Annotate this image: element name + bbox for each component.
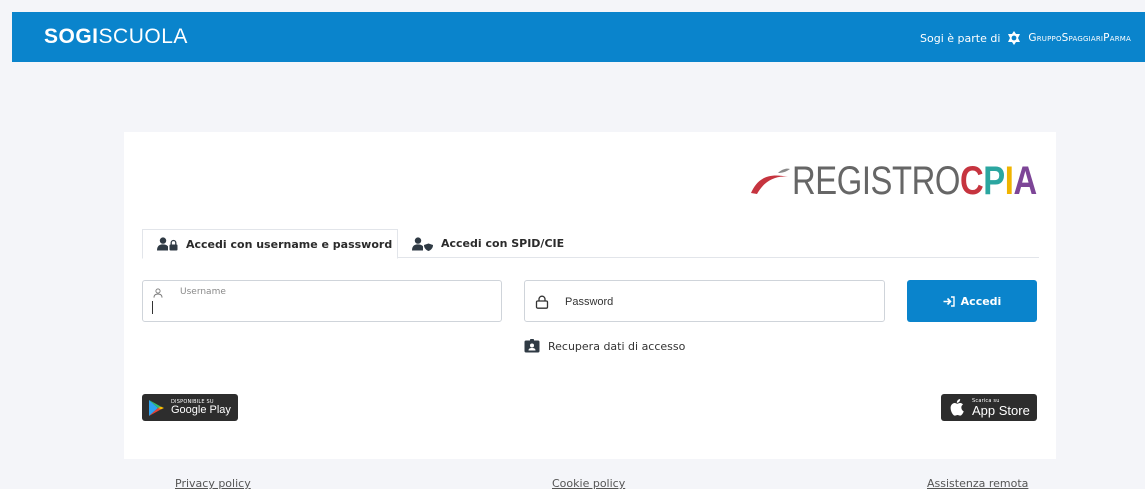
username-field[interactable]: Username [142,280,502,322]
recover-access-label: Recupera dati di accesso [548,339,686,353]
brand-light-text: SCUOLA [98,25,188,48]
brand-bold-text: SOGI [44,25,99,48]
recover-access-link[interactable]: Recupera dati di accesso [524,339,685,353]
tab-username-password[interactable]: Accedi con username e password [142,229,398,259]
tab-username-password-label: Accedi con username e password [186,237,393,251]
user-shield-icon [412,236,433,251]
part-of-text: Sogi è parte di [920,31,1001,45]
logo-letter-p: P [982,159,1005,203]
text-caret [152,301,153,314]
app-store-big-text: App Store [972,402,1030,418]
app-store-badge[interactable]: Scarica su App Store [941,394,1037,421]
gruppo-spaggiari-logo-icon [1008,31,1021,45]
cookie-policy-link[interactable]: Cookie policy [552,477,625,489]
google-play-badge[interactable]: DISPONIBILE SU Google Play [142,394,238,421]
username-label: Username [180,287,226,297]
google-play-big-text: Google Play [171,403,231,416]
lock-icon [535,295,549,309]
group-affiliation: Sogi è parte di GruppoSpaggiariParma [920,30,1131,46]
logo-text-main: REGISTRO [791,159,960,203]
username-input[interactable] [179,299,489,315]
registro-swoosh-icon [750,168,790,194]
logo-wordmark: REGISTROCPIA [792,160,1037,202]
apple-icon [950,399,964,416]
tab-spid-cie-label: Accedi con SPID/CIE [441,237,565,250]
registrocpia-logo: REGISTROCPIA [748,160,1037,202]
login-button[interactable]: Accedi [907,280,1037,322]
google-play-icon [149,399,164,416]
user-icon [153,288,163,298]
privacy-policy-link[interactable]: Privacy policy [175,477,251,489]
login-card: REGISTROCPIA Accedi con username e passw… [124,132,1056,459]
sogiscuola-logo[interactable]: SOGISCUOLA [44,25,188,49]
logo-letter-i: I [1004,159,1013,203]
google-play-text: DISPONIBILE SU Google Play [171,399,231,416]
top-bar: SOGISCUOLA Sogi è parte di GruppoSpaggia… [12,12,1145,62]
logo-letter-c: C [959,159,984,203]
sign-in-icon [943,295,955,307]
login-tabs: Accedi con username e password Accedi co… [142,229,1039,259]
logo-letter-a: A [1012,159,1037,203]
group-name: GruppoSpaggiariParma [1028,32,1131,44]
tab-spid-cie[interactable]: Accedi con SPID/CIE [412,229,564,258]
user-lock-icon [157,237,178,251]
app-store-text: Scarica su App Store [972,398,1030,418]
password-input[interactable] [565,293,865,311]
login-button-label: Accedi [960,294,1002,308]
password-field[interactable] [524,280,885,322]
remote-assistance-link[interactable]: Assistenza remota [927,477,1028,489]
id-badge-icon [524,339,540,353]
